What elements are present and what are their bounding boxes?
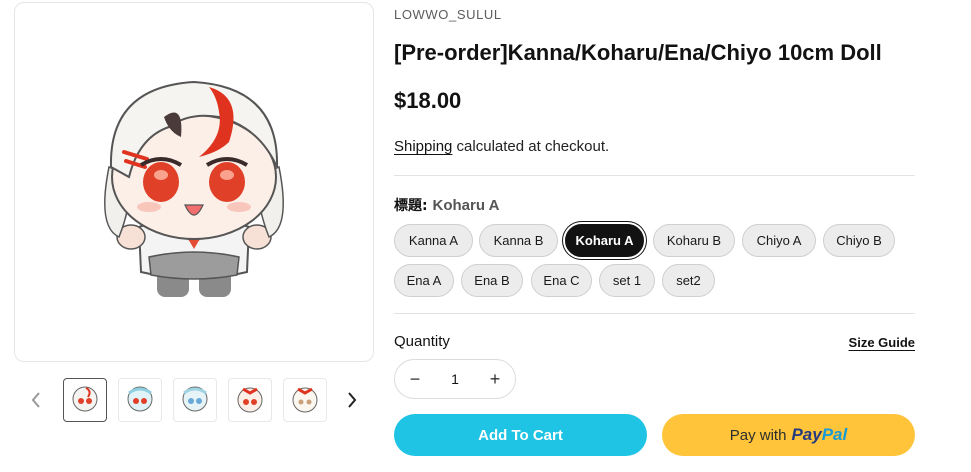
variant-kanna-b[interactable]: Kanna B bbox=[479, 224, 558, 257]
thumbnail-strip bbox=[14, 376, 374, 424]
variant-ena-a[interactable]: Ena A bbox=[394, 264, 454, 297]
product-price: $18.00 bbox=[394, 88, 462, 113]
shipping-note: Shipping calculated at checkout. bbox=[394, 138, 609, 155]
thumbnail-2[interactable] bbox=[118, 378, 162, 422]
quantity-increase-button[interactable]: + bbox=[481, 365, 509, 393]
variant-koharu-b[interactable]: Koharu B bbox=[653, 224, 735, 257]
paypal-prefix: Pay with bbox=[729, 426, 787, 444]
variant-set-1[interactable]: set 1 bbox=[599, 264, 655, 297]
thumbnail-5[interactable] bbox=[283, 378, 327, 422]
quantity-decrease-button[interactable]: − bbox=[401, 365, 429, 393]
option-selected-value: Koharu A bbox=[432, 197, 500, 214]
chibi-doll-image bbox=[104, 80, 284, 297]
paypal-logo-pay: Pay bbox=[791, 425, 822, 444]
thumbnail-3[interactable] bbox=[173, 378, 217, 422]
thumbnail-1[interactable] bbox=[63, 378, 107, 422]
divider bbox=[394, 313, 915, 314]
quantity-input[interactable] bbox=[435, 371, 475, 387]
variant-chiyo-a[interactable]: Chiyo A bbox=[742, 224, 816, 257]
vendor-name: LOWWO_SULUL bbox=[394, 7, 502, 22]
paypal-logo: PayPal bbox=[791, 425, 847, 445]
variant-ena-c[interactable]: Ena C bbox=[531, 264, 592, 297]
product-main-image[interactable] bbox=[14, 2, 374, 362]
paypal-logo-pal: Pal bbox=[821, 425, 848, 444]
chevron-left-icon[interactable] bbox=[26, 388, 46, 412]
quantity-label: Quantity bbox=[394, 333, 450, 350]
option-name: 標題: bbox=[394, 198, 428, 214]
thumbnail-4[interactable] bbox=[228, 378, 272, 422]
variant-ena-b[interactable]: Ena B bbox=[461, 264, 523, 297]
quantity-stepper: − + bbox=[394, 359, 516, 399]
size-guide-link[interactable]: Size Guide bbox=[849, 335, 915, 350]
variant-set2[interactable]: set2 bbox=[662, 264, 715, 297]
variant-koharu-a[interactable]: Koharu A bbox=[565, 224, 644, 257]
variant-chiyo-b[interactable]: Chiyo B bbox=[823, 224, 895, 257]
chevron-right-icon[interactable] bbox=[342, 388, 362, 412]
option-label: 標題: Koharu A bbox=[394, 195, 499, 215]
product-title: [Pre-order]Kanna/Koharu/Ena/Chiyo 10cm D… bbox=[394, 40, 882, 65]
add-to-cart-button[interactable]: Add To Cart bbox=[394, 414, 647, 456]
paypal-button[interactable]: Pay with PayPal bbox=[662, 414, 915, 456]
divider bbox=[394, 175, 915, 176]
shipping-link[interactable]: Shipping bbox=[394, 138, 452, 155]
variant-kanna-a[interactable]: Kanna A bbox=[394, 224, 473, 257]
shipping-text: calculated at checkout. bbox=[452, 138, 610, 155]
